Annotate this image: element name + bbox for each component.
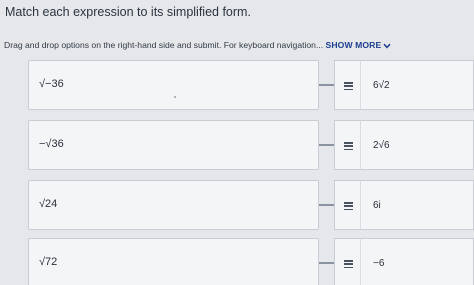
match-row: √24 6i: [0, 180, 474, 230]
match-row: √−36 6√2: [0, 60, 474, 110]
option-text: 6√2: [373, 80, 390, 91]
expression-text: −√36: [39, 138, 64, 150]
match-row: −√36 2√6: [0, 120, 474, 170]
show-more-label: SHOW MORE: [325, 40, 382, 50]
option-card[interactable]: 6i: [360, 180, 474, 230]
connector-line: [319, 262, 335, 264]
expression-box: √72: [28, 238, 319, 285]
page-title: Match each expression to its simplified …: [5, 5, 251, 19]
option-drag-handle-area[interactable]: [334, 238, 360, 285]
option-card[interactable]: 6√2: [360, 60, 474, 110]
match-row: √72 −6: [0, 238, 474, 285]
instructions: Drag and drop options on the right-hand …: [4, 40, 391, 50]
option-drag-handle-area[interactable]: [334, 60, 360, 110]
drag-handle-icon[interactable]: [344, 82, 353, 91]
expression-text: √−36: [39, 78, 64, 90]
option-card[interactable]: 2√6: [360, 120, 474, 170]
option-text: −6: [373, 258, 385, 269]
expression-text: √72: [39, 256, 58, 268]
expression-box: −√36: [28, 120, 319, 170]
option-drag-handle-area[interactable]: [334, 180, 360, 230]
stray-dot: [174, 96, 176, 98]
option-text: 2√6: [373, 140, 390, 151]
connector-line: [319, 144, 335, 146]
drag-handle-icon[interactable]: [344, 260, 353, 269]
expression-box: √−36: [28, 60, 319, 110]
option-drag-handle-area[interactable]: [334, 120, 360, 170]
connector-line: [319, 84, 335, 86]
expression-box: √24: [28, 180, 319, 230]
option-text: 6i: [373, 200, 381, 211]
option-card[interactable]: −6: [360, 238, 474, 285]
drag-handle-icon[interactable]: [344, 202, 353, 211]
show-more-link[interactable]: SHOW MORE: [326, 40, 392, 50]
connector-line: [319, 204, 335, 206]
expression-text: √24: [39, 198, 58, 210]
instructions-text: Drag and drop options on the right-hand …: [4, 40, 324, 50]
chevron-down-icon: [383, 43, 391, 49]
drag-handle-icon[interactable]: [344, 142, 353, 151]
